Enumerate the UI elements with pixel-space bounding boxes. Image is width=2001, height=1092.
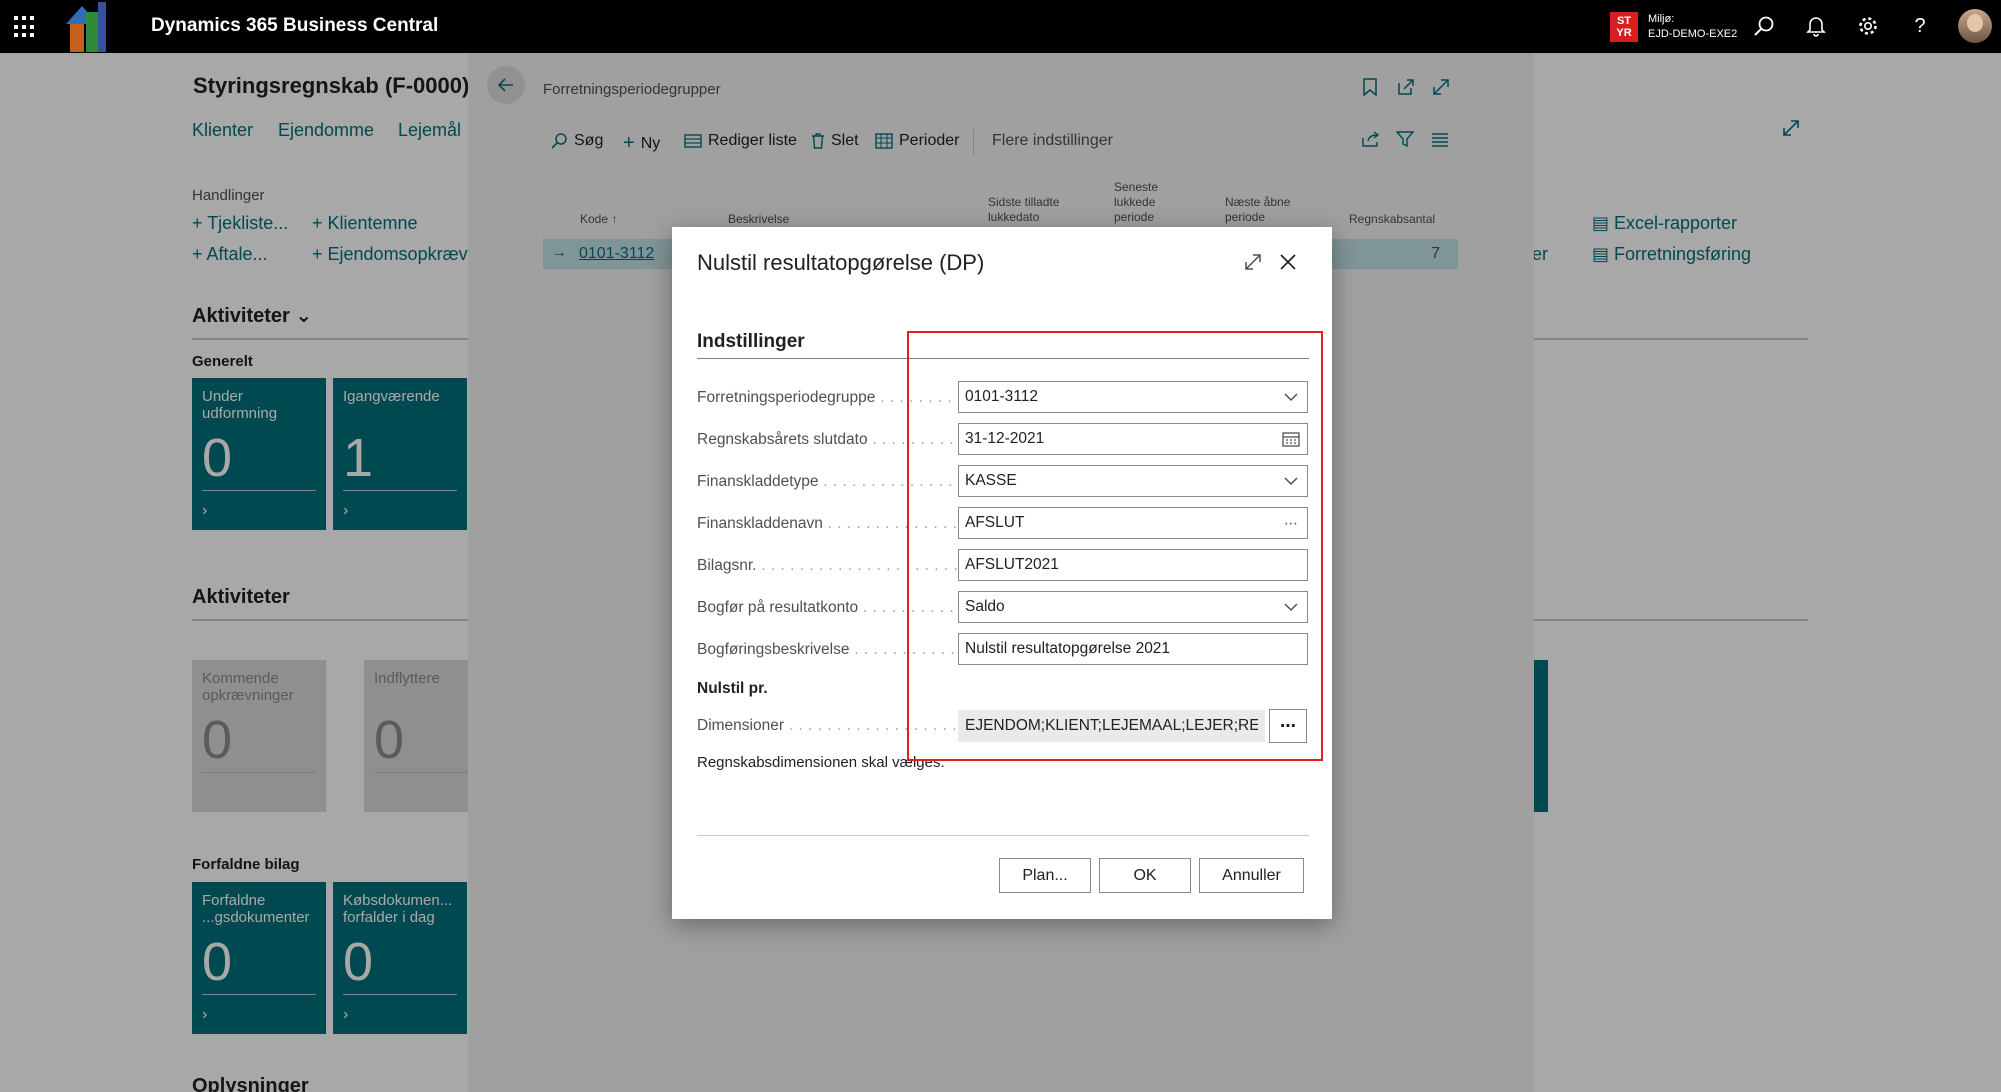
select-dimensions-button[interactable]: ⋯ xyxy=(1269,709,1307,743)
company-logo xyxy=(66,2,106,52)
environment-badge: ST YR xyxy=(1610,12,1638,42)
chevron-down-icon[interactable] xyxy=(1281,387,1301,407)
chevron-down-icon[interactable] xyxy=(1281,471,1301,491)
ok-button[interactable]: OK xyxy=(1099,858,1191,893)
search-icon[interactable] xyxy=(1750,12,1778,40)
field-value: 0101-3112 xyxy=(965,388,1038,405)
environment-label: Miljø: xyxy=(1648,13,1675,25)
close-icon[interactable] xyxy=(1275,249,1301,275)
label-regnskabsaar-slutdato: Regnskabsårets slutdato xyxy=(697,431,957,449)
label-finanskladdetype: Finanskladdetype xyxy=(697,473,957,491)
settings-group-title: Indstillinger xyxy=(697,331,805,352)
top-bar: Dynamics 365 Business Central ST YR Miljø… xyxy=(0,0,2001,53)
field-value: Saldo xyxy=(965,598,1005,615)
bilagsnr-input[interactable]: AFSLUT2021 xyxy=(958,549,1308,581)
finanskladdetype-select[interactable]: KASSE xyxy=(958,465,1308,497)
label-finanskladdenavn: Finanskladdenavn xyxy=(697,515,957,533)
forretningsperiodegruppe-select[interactable]: 0101-3112 xyxy=(958,381,1308,413)
cancel-button[interactable]: Annuller xyxy=(1199,858,1304,893)
ellipsis-icon[interactable]: ⋯ xyxy=(1281,513,1301,533)
finanskladdenavn-input[interactable]: AFSLUT ⋯ xyxy=(958,507,1308,539)
bell-icon[interactable] xyxy=(1802,12,1830,40)
regnskabsaar-slutdato-input[interactable]: 31-12-2021 xyxy=(958,423,1308,455)
label-bogfoeringsbeskrivelse: Bogføringsbeskrivelse xyxy=(697,641,957,659)
divider xyxy=(697,358,1309,359)
field-value: 31-12-2021 xyxy=(965,430,1045,447)
field-value: AFSLUT xyxy=(965,514,1025,531)
help-icon[interactable]: ? xyxy=(1906,12,1934,40)
field-value: Nulstil resultatopgørelse 2021 xyxy=(965,640,1171,657)
dimensioner-field: EJENDOM;KLIENT;LEJEMAAL;LEJER;REGNS... xyxy=(958,710,1265,742)
waffle-icon[interactable] xyxy=(14,16,36,38)
expand-icon[interactable] xyxy=(1240,249,1266,275)
bogfoer-paa-resultatkonto-select[interactable]: Saldo xyxy=(958,591,1308,623)
calendar-icon[interactable] xyxy=(1281,429,1301,449)
plan-button[interactable]: Plan... xyxy=(999,858,1091,893)
divider xyxy=(697,835,1309,836)
label-forretningsperiodegruppe: Forretningsperiodegruppe xyxy=(697,389,957,407)
label-bogfoer-paa-resultatkonto: Bogfør på resultatkonto xyxy=(697,599,957,617)
app-title[interactable]: Dynamics 365 Business Central xyxy=(151,15,438,37)
label-dimensioner: Dimensioner xyxy=(697,717,957,735)
avatar[interactable] xyxy=(1958,9,1992,43)
info-message: Regnskabsdimensionen skal vælges. xyxy=(697,754,945,771)
dialog-title: Nulstil resultatopgørelse (DP) xyxy=(697,250,985,275)
field-value: AFSLUT2021 xyxy=(965,556,1059,573)
environment-name: EJD-DEMO-EXE2 xyxy=(1648,28,1738,40)
field-value: EJENDOM;KLIENT;LEJEMAAL;LEJER;REGNS... xyxy=(965,717,1258,734)
bogfoeringsbeskrivelse-input[interactable]: Nulstil resultatopgørelse 2021 xyxy=(958,633,1308,665)
reset-per-subgroup: Nulstil pr. xyxy=(697,680,768,697)
gear-icon[interactable] xyxy=(1854,12,1882,40)
label-bilagsnr: Bilagsnr. xyxy=(697,557,957,575)
chevron-down-icon[interactable] xyxy=(1281,597,1301,617)
field-value: KASSE xyxy=(965,472,1017,489)
reset-income-statement-dialog: Nulstil resultatopgørelse (DP) Indstilli… xyxy=(672,227,1332,919)
